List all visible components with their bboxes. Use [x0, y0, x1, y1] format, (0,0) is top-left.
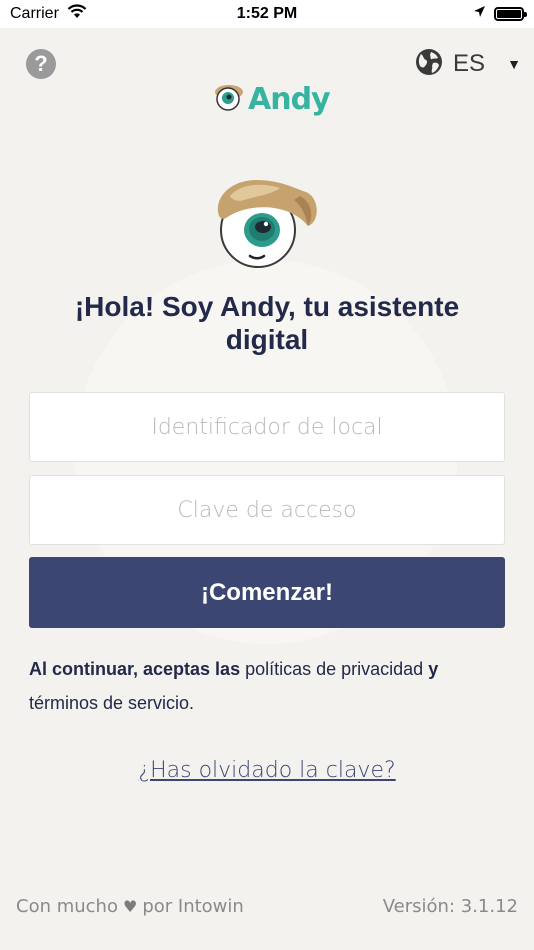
wifi-icon: [67, 4, 87, 24]
language-code: ES: [453, 50, 486, 77]
terms-notice: Al continuar, aceptas las políticas de p…: [29, 652, 505, 720]
status-right: [473, 5, 527, 23]
forgot-password-link[interactable]: ¿Has olvidado la clave?: [0, 758, 534, 783]
footer-credits: Con mucho ♥ por Intowin: [16, 896, 244, 917]
privacy-policy-link[interactable]: políticas de privacidad: [245, 659, 423, 679]
heart-icon: ♥: [122, 897, 138, 916]
terms-text-part2: y: [428, 659, 439, 679]
status-bar: Carrier 1:52 PM: [0, 0, 534, 28]
globe-icon: [415, 48, 443, 81]
andy-logo: Andy: [214, 78, 331, 120]
help-button[interactable]: ?: [26, 49, 56, 79]
chevron-down-icon: ▼: [507, 56, 521, 72]
status-left: Carrier: [10, 4, 87, 24]
footer-made-with: Con mucho: [16, 896, 118, 917]
welcome-headline: ¡Hola! Soy Andy, tu asistente digital: [74, 291, 460, 355]
help-icon: ?: [34, 51, 48, 76]
andy-mascot-illustration: [210, 176, 322, 272]
access-key-input[interactable]: [29, 475, 505, 545]
language-selector[interactable]: ES ▼: [415, 48, 521, 80]
battery-fill: [497, 10, 521, 18]
terms-of-service-link[interactable]: términos de servicio.: [29, 693, 194, 713]
logo-mascot-icon: [214, 82, 246, 117]
battery-icon: [494, 7, 527, 21]
location-arrow-icon: [473, 5, 486, 23]
logo-text: Andy: [248, 81, 331, 117]
terms-text-part1: Al continuar, aceptas las: [29, 659, 241, 679]
local-id-input[interactable]: [29, 392, 505, 462]
carrier-label: Carrier: [10, 5, 59, 22]
start-button[interactable]: ¡Comenzar!: [29, 557, 505, 628]
app-version: Versión: 3.1.12: [382, 896, 518, 917]
footer-by: por Intowin: [142, 896, 244, 917]
